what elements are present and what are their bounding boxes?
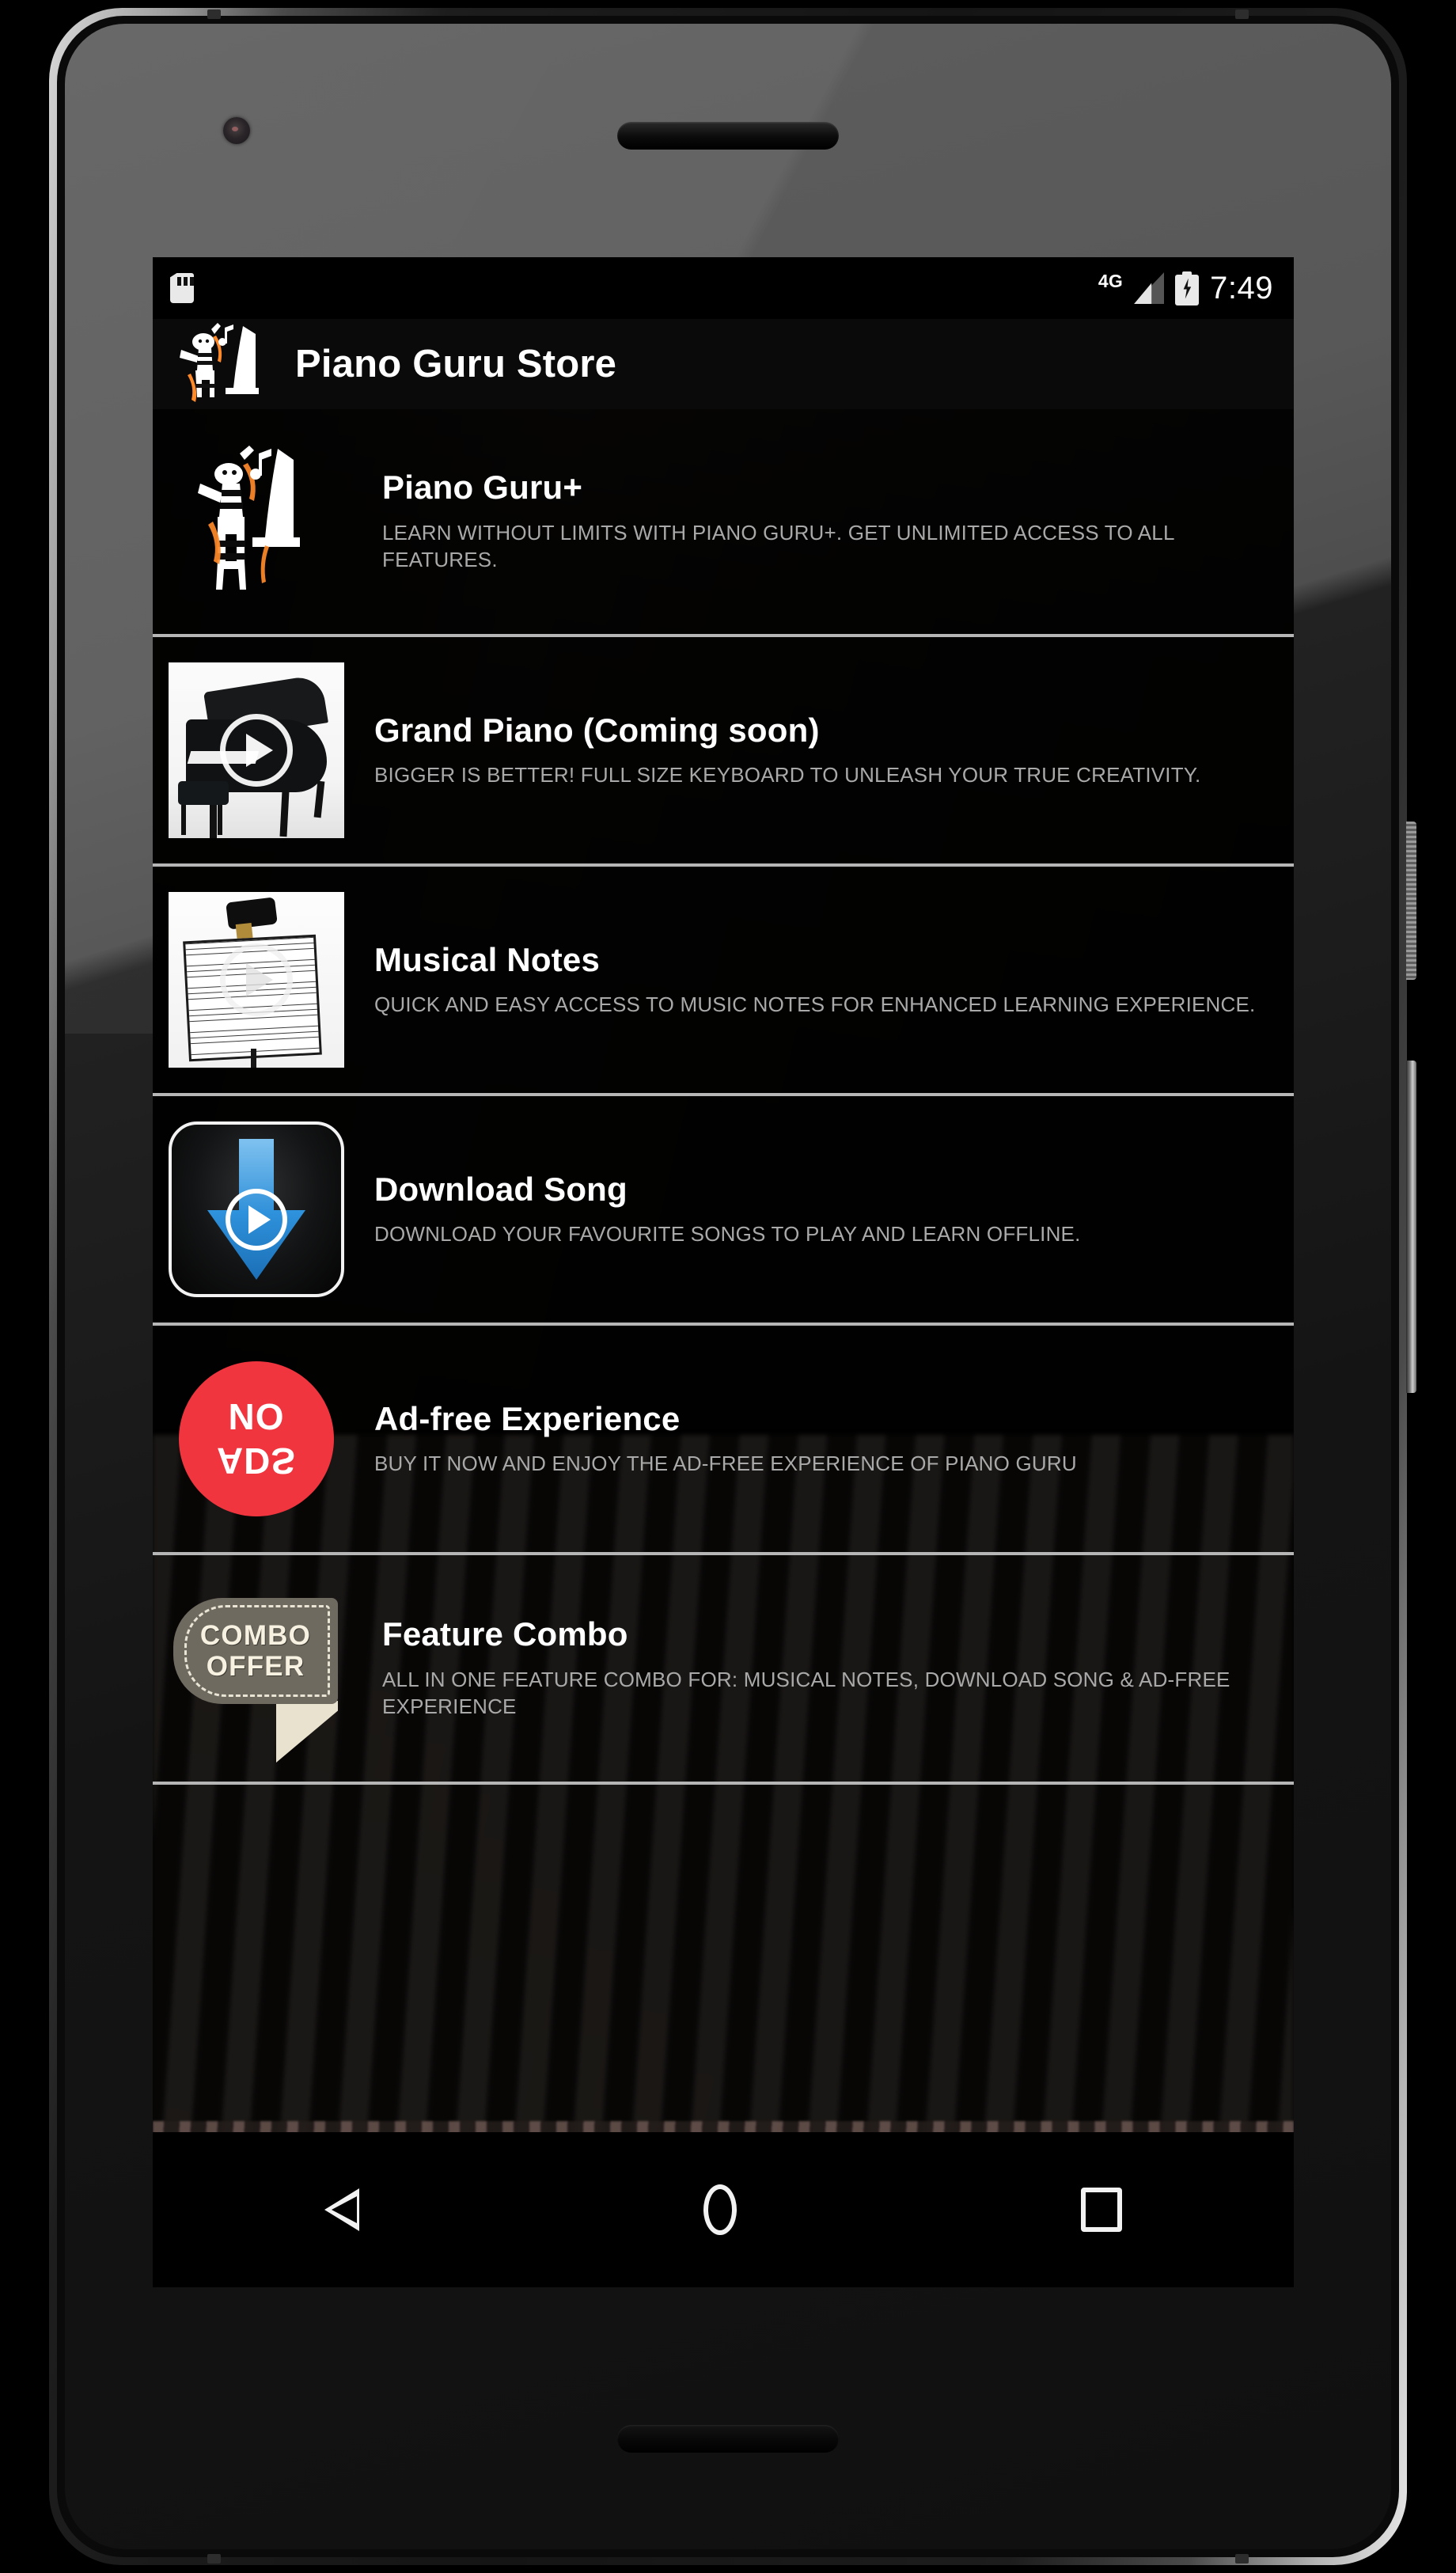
store-item-description: QUICK AND EASY ACCESS TO MUSIC NOTES FOR… — [374, 992, 1256, 1016]
combo-offer-line-2: OFFER — [206, 1651, 305, 1682]
frame-tab-top-left — [207, 9, 221, 19]
musical-notes-thumbnail[interactable] — [169, 892, 344, 1068]
home-nav-icon[interactable] — [703, 2184, 737, 2235]
play-glyph-icon — [226, 1188, 287, 1250]
store-item-title: Musical Notes — [374, 940, 601, 978]
combo-offer-line-1: COMBO — [199, 1619, 312, 1651]
grand-piano-thumbnail[interactable] — [169, 662, 344, 838]
status-bar-right: 4G 7:49 — [1098, 271, 1273, 306]
volume-rocker-button[interactable] — [1406, 1061, 1416, 1393]
status-bar-clock: 7:49 — [1210, 270, 1273, 305]
store-item-title: Piano Guru+ — [382, 469, 583, 507]
store-item-grand-piano[interactable]: Grand Piano (Coming soon) BIGGER IS BETT… — [153, 637, 1294, 867]
combo-offer-badge-icon: COMBO OFFER — [169, 1581, 352, 1763]
play-overlay-icon[interactable] — [220, 943, 293, 1016]
bottom-speaker — [617, 2425, 839, 2453]
no-ads-badge-icon: NO ADS — [169, 1351, 344, 1527]
download-song-thumbnail — [169, 1121, 344, 1297]
store-item-musical-notes[interactable]: Musical Notes QUICK AND EASY ACCESS TO M… — [153, 867, 1294, 1096]
status-bar-left — [170, 273, 194, 303]
store-item-texts: Piano Guru+ LEARN WITHOUT LIMITS WITH PI… — [382, 469, 1283, 573]
store-item-description: LEARN WITHOUT LIMITS WITH PIANO GURU+. G… — [382, 520, 1174, 572]
phone-device-mockup: 4G 7:49 Piano Guru Store Piano Guru+ LEA… — [49, 8, 1416, 2565]
front-camera-icon — [223, 117, 250, 144]
app-bar: Piano Guru Store — [153, 319, 1294, 409]
app-title: Piano Guru Store — [295, 343, 617, 385]
play-overlay-icon[interactable] — [220, 714, 293, 787]
sheet-music-stand-photo — [169, 892, 344, 1068]
recents-nav-icon[interactable] — [1080, 2188, 1122, 2232]
piano-guru-mascot-logo-icon — [167, 321, 284, 407]
back-nav-icon[interactable] — [324, 2188, 360, 2231]
store-item-piano-guru-plus[interactable]: Piano Guru+ LEARN WITHOUT LIMITS WITH PI… — [153, 409, 1294, 637]
store-item-texts: Grand Piano (Coming soon) BIGGER IS BETT… — [374, 712, 1283, 789]
no-ads-line-2: ADS — [216, 1440, 297, 1482]
store-item-description: DOWNLOAD YOUR FAVOURITE SONGS TO PLAY AN… — [374, 1221, 1081, 1246]
store-item-download-song[interactable]: Download Song DOWNLOAD YOUR FAVOURITE SO… — [153, 1096, 1294, 1326]
frame-tab-top-right — [1235, 9, 1249, 19]
battery-charging-icon — [1175, 271, 1200, 305]
store-item-title: Grand Piano (Coming soon) — [374, 711, 820, 749]
piano-guru-mascot-thumbnail — [169, 427, 352, 617]
store-item-description: ALL IN ONE FEATURE COMBO FOR: MUSICAL NO… — [382, 1667, 1230, 1719]
store-item-ad-free-experience[interactable]: NO ADS Ad-free Experience BUY IT NOW AND… — [153, 1326, 1294, 1555]
android-navigation-bar — [153, 2132, 1294, 2287]
store-item-title: Feature Combo — [382, 1615, 628, 1653]
store-item-feature-combo[interactable]: COMBO OFFER Feature Combo ALL IN ONE FEA… — [153, 1555, 1294, 1785]
store-item-texts: Musical Notes QUICK AND EASY ACCESS TO M… — [374, 940, 1283, 1019]
store-item-texts: Ad-free Experience BUY IT NOW AND ENJOY … — [374, 1399, 1283, 1478]
phone-screen: 4G 7:49 Piano Guru Store Piano Guru+ LEA… — [153, 257, 1294, 2287]
sd-card-icon — [170, 273, 194, 303]
frame-tab-bottom-left — [207, 2554, 221, 2564]
store-item-description: BUY IT NOW AND ENJOY THE AD-FREE EXPERIE… — [374, 1451, 1077, 1475]
earpiece-speaker — [617, 122, 839, 150]
store-item-texts: Download Song DOWNLOAD YOUR FAVOURITE SO… — [374, 1171, 1283, 1248]
store-item-texts: Feature Combo ALL IN ONE FEATURE COMBO F… — [382, 1616, 1283, 1720]
grand-piano-photo — [169, 662, 344, 838]
status-bar: 4G 7:49 — [153, 257, 1294, 319]
store-item-title: Download Song — [374, 1170, 628, 1208]
store-item-title: Ad-free Experience — [374, 1399, 681, 1437]
frame-tab-bottom-right — [1235, 2554, 1249, 2564]
download-arrow-icon — [169, 1121, 344, 1297]
signal-bars-icon — [1134, 272, 1165, 304]
store-item-description: BIGGER IS BETTER! FULL SIZE KEYBOARD TO … — [374, 762, 1201, 787]
no-ads-line-1: NO — [228, 1396, 285, 1437]
store-item-list[interactable]: Piano Guru+ LEARN WITHOUT LIMITS WITH PI… — [153, 409, 1294, 2132]
network-type-label: 4G — [1098, 270, 1124, 291]
power-button[interactable] — [1406, 822, 1416, 980]
